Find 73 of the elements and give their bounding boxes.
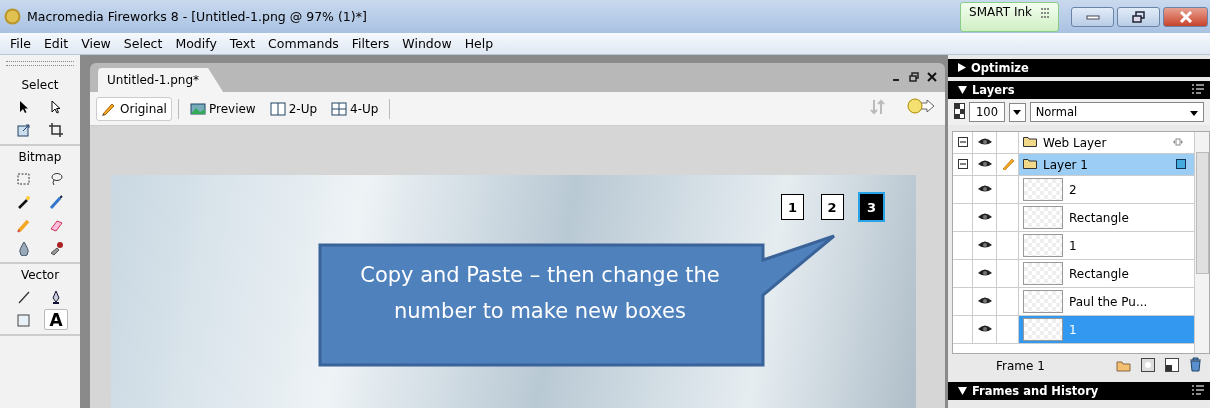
minimize-icon	[1085, 13, 1100, 20]
opacity-icon	[954, 102, 965, 122]
menu-item[interactable]: Text	[223, 36, 263, 51]
panel-title: Optimize	[971, 61, 1029, 75]
tool-group-label: Bitmap	[17, 150, 63, 164]
view-button[interactable]: 4-Up	[326, 96, 384, 121]
menu-item[interactable]: Help	[458, 36, 501, 51]
tool-group-label: Select	[20, 78, 60, 92]
menu-item[interactable]: Edit	[37, 36, 76, 51]
text-tool-button[interactable]: A	[44, 309, 68, 330]
new-bitmap-icon[interactable]	[1141, 357, 1155, 375]
close-button[interactable]	[1163, 6, 1208, 27]
minimize-button[interactable]	[1071, 6, 1114, 27]
panel-header[interactable]: Frames and History	[948, 382, 1210, 400]
view-button[interactable]: Original	[96, 96, 172, 121]
thumbnail-icon	[1023, 178, 1063, 201]
thumbnail-icon	[1023, 206, 1063, 229]
object-row[interactable]: Paul the Pu...	[1019, 288, 1194, 315]
menu-item[interactable]: Filters	[345, 36, 397, 51]
opacity-field[interactable]: 100	[969, 102, 1005, 122]
object-row[interactable]: Rectangle	[1019, 204, 1194, 231]
trash-icon[interactable]	[1189, 357, 1202, 375]
add-mask-icon[interactable]	[1165, 357, 1179, 375]
four-view-icon	[331, 100, 348, 117]
preview-view-icon	[189, 100, 206, 117]
menu-item[interactable]: View	[75, 36, 118, 51]
menu-item[interactable]: Select	[117, 36, 170, 51]
layer-row[interactable]: Layer 1	[1019, 154, 1194, 175]
grip-icon	[1040, 6, 1050, 19]
opacity-dropdown-button[interactable]	[1008, 102, 1026, 122]
object-row[interactable]: 1	[1019, 232, 1194, 259]
collapse-toggle-icon[interactable]	[957, 135, 968, 150]
restore-icon	[1131, 10, 1146, 23]
options-menu-icon[interactable]	[1192, 83, 1204, 97]
blend-mode-dropdown[interactable]: Normal	[1029, 102, 1204, 122]
panel-header[interactable]: Layers	[948, 81, 1210, 99]
number-box: 1	[781, 194, 804, 220]
folder-icon	[1023, 157, 1037, 172]
app-logo-icon	[4, 8, 21, 25]
options-menu-icon[interactable]	[1192, 384, 1204, 398]
layer-row[interactable]: Web Layer	[1019, 132, 1194, 153]
panel-header[interactable]: Optimize	[948, 59, 1210, 77]
two-view-icon	[269, 100, 286, 117]
caret-icon	[1013, 109, 1022, 115]
callout-text: Copy and Paste – then change the number to make new boxes	[359, 262, 721, 325]
object-row[interactable]: Rectangle	[1019, 260, 1194, 287]
menu-item[interactable]: Window	[396, 36, 459, 51]
number-box: 2	[820, 194, 844, 220]
document-tab[interactable]: Untitled-1.png*	[98, 68, 224, 92]
menu-item[interactable]: File	[4, 36, 38, 51]
window-title: Macromedia Fireworks 8 - [Untitled-1.png @ 97% (1)*]	[27, 9, 368, 24]
layer-color-icon	[1176, 157, 1186, 172]
collapse-toggle-icon[interactable]	[957, 157, 968, 172]
restore-icon[interactable]	[909, 70, 919, 85]
restore-button[interactable]	[1117, 6, 1160, 27]
menu-item[interactable]: Commands	[262, 36, 346, 51]
view-button[interactable]: Preview	[184, 96, 261, 121]
smart-ink-widget[interactable]: SMART Ink	[960, 1, 1059, 32]
thumbnail-icon	[1023, 318, 1063, 341]
object-row[interactable]: 2	[1019, 176, 1194, 203]
close-icon	[1178, 10, 1193, 23]
panel-title: Frames and History	[972, 384, 1099, 398]
frame-label: Frame 1	[996, 359, 1046, 373]
thumbnail-icon	[1023, 234, 1063, 257]
scrollbar[interactable]	[1194, 132, 1209, 353]
thumbnail-icon	[1023, 290, 1063, 313]
thumbnail-icon	[1023, 262, 1063, 285]
view-button[interactable]: 2-Up	[264, 96, 323, 121]
tool-group-label: Vector	[19, 268, 61, 282]
folder-icon	[1023, 135, 1037, 150]
number-box: 3	[860, 194, 883, 220]
panel-title: Layers	[972, 83, 1015, 97]
menu-item[interactable]: Modify	[169, 36, 224, 51]
